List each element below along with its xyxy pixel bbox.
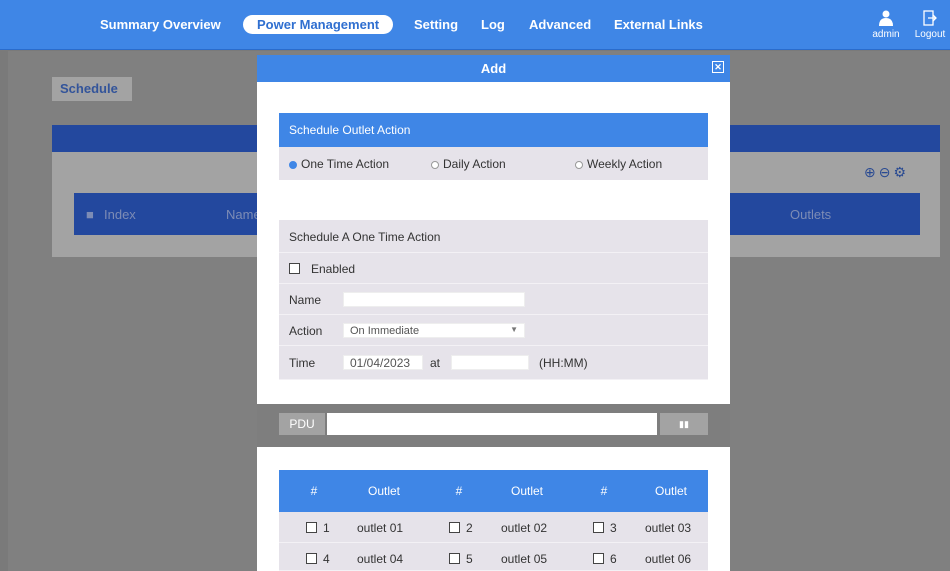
time-format-hint: (HH:MM) xyxy=(539,356,588,370)
time-row: Time 01/04/2023 at (HH:MM) xyxy=(279,346,708,380)
schedule-tab[interactable]: Schedule xyxy=(52,77,132,101)
action-type-group: One Time Action Daily Action Weekly Acti… xyxy=(279,147,708,180)
outlet-number: 6 xyxy=(610,552,617,566)
sub-section-title: Schedule A One Time Action xyxy=(289,230,441,244)
outlet-name: outlet 02 xyxy=(501,521,548,535)
radio-selected-icon xyxy=(289,161,297,169)
col-num-3: # xyxy=(600,484,608,498)
outlet-number: 5 xyxy=(466,552,473,566)
outlet-number: 2 xyxy=(466,521,473,535)
col-outlet-3: Outlet xyxy=(654,484,687,498)
outlet-table-header: # Outlet # Outlet # Outlet xyxy=(279,470,708,512)
action-selected-value: On Immediate xyxy=(350,325,420,337)
col-outlet-1: Outlet xyxy=(367,484,400,498)
nav-summary-overview[interactable]: Summary Overview xyxy=(100,17,221,32)
enabled-label: Enabled xyxy=(311,262,356,276)
outlet-checkbox[interactable] xyxy=(306,521,317,535)
radio-label: Weekly Action xyxy=(587,157,663,171)
remove-circle-icon[interactable]: ⊖ xyxy=(879,164,894,180)
user-menu[interactable]: admin xyxy=(868,10,904,40)
table-row: 1 outlet 01 2 outlet 02 3 outlet 03 xyxy=(279,512,708,543)
name-label: Name xyxy=(289,293,322,307)
logout-icon xyxy=(923,10,937,26)
section-title: Schedule Outlet Action xyxy=(279,113,708,147)
gear-icon[interactable]: ⚙ xyxy=(893,164,909,180)
close-icon[interactable]: ✕ xyxy=(712,61,724,73)
pdu-input[interactable] xyxy=(327,413,657,435)
col-num-2: # xyxy=(455,484,463,498)
outlet-checkbox[interactable] xyxy=(306,552,317,566)
column-outlets: Outlets xyxy=(790,207,832,222)
date-input[interactable]: 01/04/2023 xyxy=(343,355,423,370)
col-num-1: # xyxy=(310,484,318,498)
radio-one-time[interactable]: One Time Action xyxy=(289,157,389,171)
radio-daily[interactable]: Daily Action xyxy=(431,157,506,171)
add-schedule-dialog: Add ✕ Schedule Outlet Action One Time Ac… xyxy=(257,55,730,571)
outlet-name: outlet 04 xyxy=(357,552,404,566)
radio-label: One Time Action xyxy=(301,157,390,171)
action-label: Action xyxy=(289,324,323,338)
table-row: 4 outlet 04 5 outlet 05 6 outlet 06 xyxy=(279,543,708,571)
logout-label: Logout xyxy=(914,29,946,40)
column-index: Index xyxy=(104,207,136,222)
dialog-title: Add xyxy=(480,61,507,76)
top-nav-bar: Summary Overview Power Management Settin… xyxy=(0,0,950,50)
name-input[interactable] xyxy=(343,292,525,307)
pdu-button[interactable]: ▮▮ xyxy=(660,413,708,435)
outlet-number: 1 xyxy=(323,521,330,535)
column-name: Name xyxy=(226,207,261,222)
outlet-name: outlet 03 xyxy=(645,521,692,535)
user-icon xyxy=(879,10,893,26)
dialog-header: Add ✕ xyxy=(257,55,730,82)
action-select[interactable]: On Immediate ▼ xyxy=(343,323,525,338)
outlet-name: outlet 05 xyxy=(501,552,548,566)
pdu-label: PDU xyxy=(279,413,325,435)
chevron-down-icon: ▼ xyxy=(510,325,518,334)
outlet-checkbox[interactable] xyxy=(593,521,604,535)
logout-button[interactable]: Logout xyxy=(912,10,948,40)
nav-setting[interactable]: Setting xyxy=(414,17,458,32)
radio-weekly[interactable]: Weekly Action xyxy=(575,157,662,171)
panel-actions: ⊕⊖⚙ xyxy=(864,164,909,181)
radio-unselected-icon xyxy=(431,161,439,169)
add-circle-icon[interactable]: ⊕ xyxy=(864,164,879,180)
outlet-number: 4 xyxy=(323,552,330,566)
name-row: Name xyxy=(279,284,708,315)
select-all-checkbox[interactable]: ■ xyxy=(86,207,94,222)
nav-advanced[interactable]: Advanced xyxy=(529,17,591,32)
at-label: at xyxy=(430,356,441,370)
outlet-name: outlet 01 xyxy=(357,521,404,535)
action-row: Action On Immediate ▼ xyxy=(279,315,708,346)
sub-section-header: Schedule A One Time Action xyxy=(279,220,708,253)
time-input[interactable] xyxy=(451,355,529,370)
time-label: Time xyxy=(289,356,316,370)
outlet-checkbox[interactable] xyxy=(449,552,460,566)
radio-label: Daily Action xyxy=(443,157,506,171)
outlet-checkbox[interactable] xyxy=(449,521,460,535)
outlet-name: outlet 06 xyxy=(645,552,692,566)
outlet-number: 3 xyxy=(610,521,617,535)
enabled-checkbox[interactable] xyxy=(289,262,300,276)
nav-power-management[interactable]: Power Management xyxy=(243,15,394,34)
enabled-row: Enabled xyxy=(279,253,708,284)
col-outlet-2: Outlet xyxy=(510,484,543,498)
nav-external-links[interactable]: External Links xyxy=(614,17,703,32)
nav-log[interactable]: Log xyxy=(481,17,505,32)
user-label: admin xyxy=(872,29,900,40)
radio-unselected-icon xyxy=(575,161,583,169)
outlet-checkbox[interactable] xyxy=(593,552,604,566)
